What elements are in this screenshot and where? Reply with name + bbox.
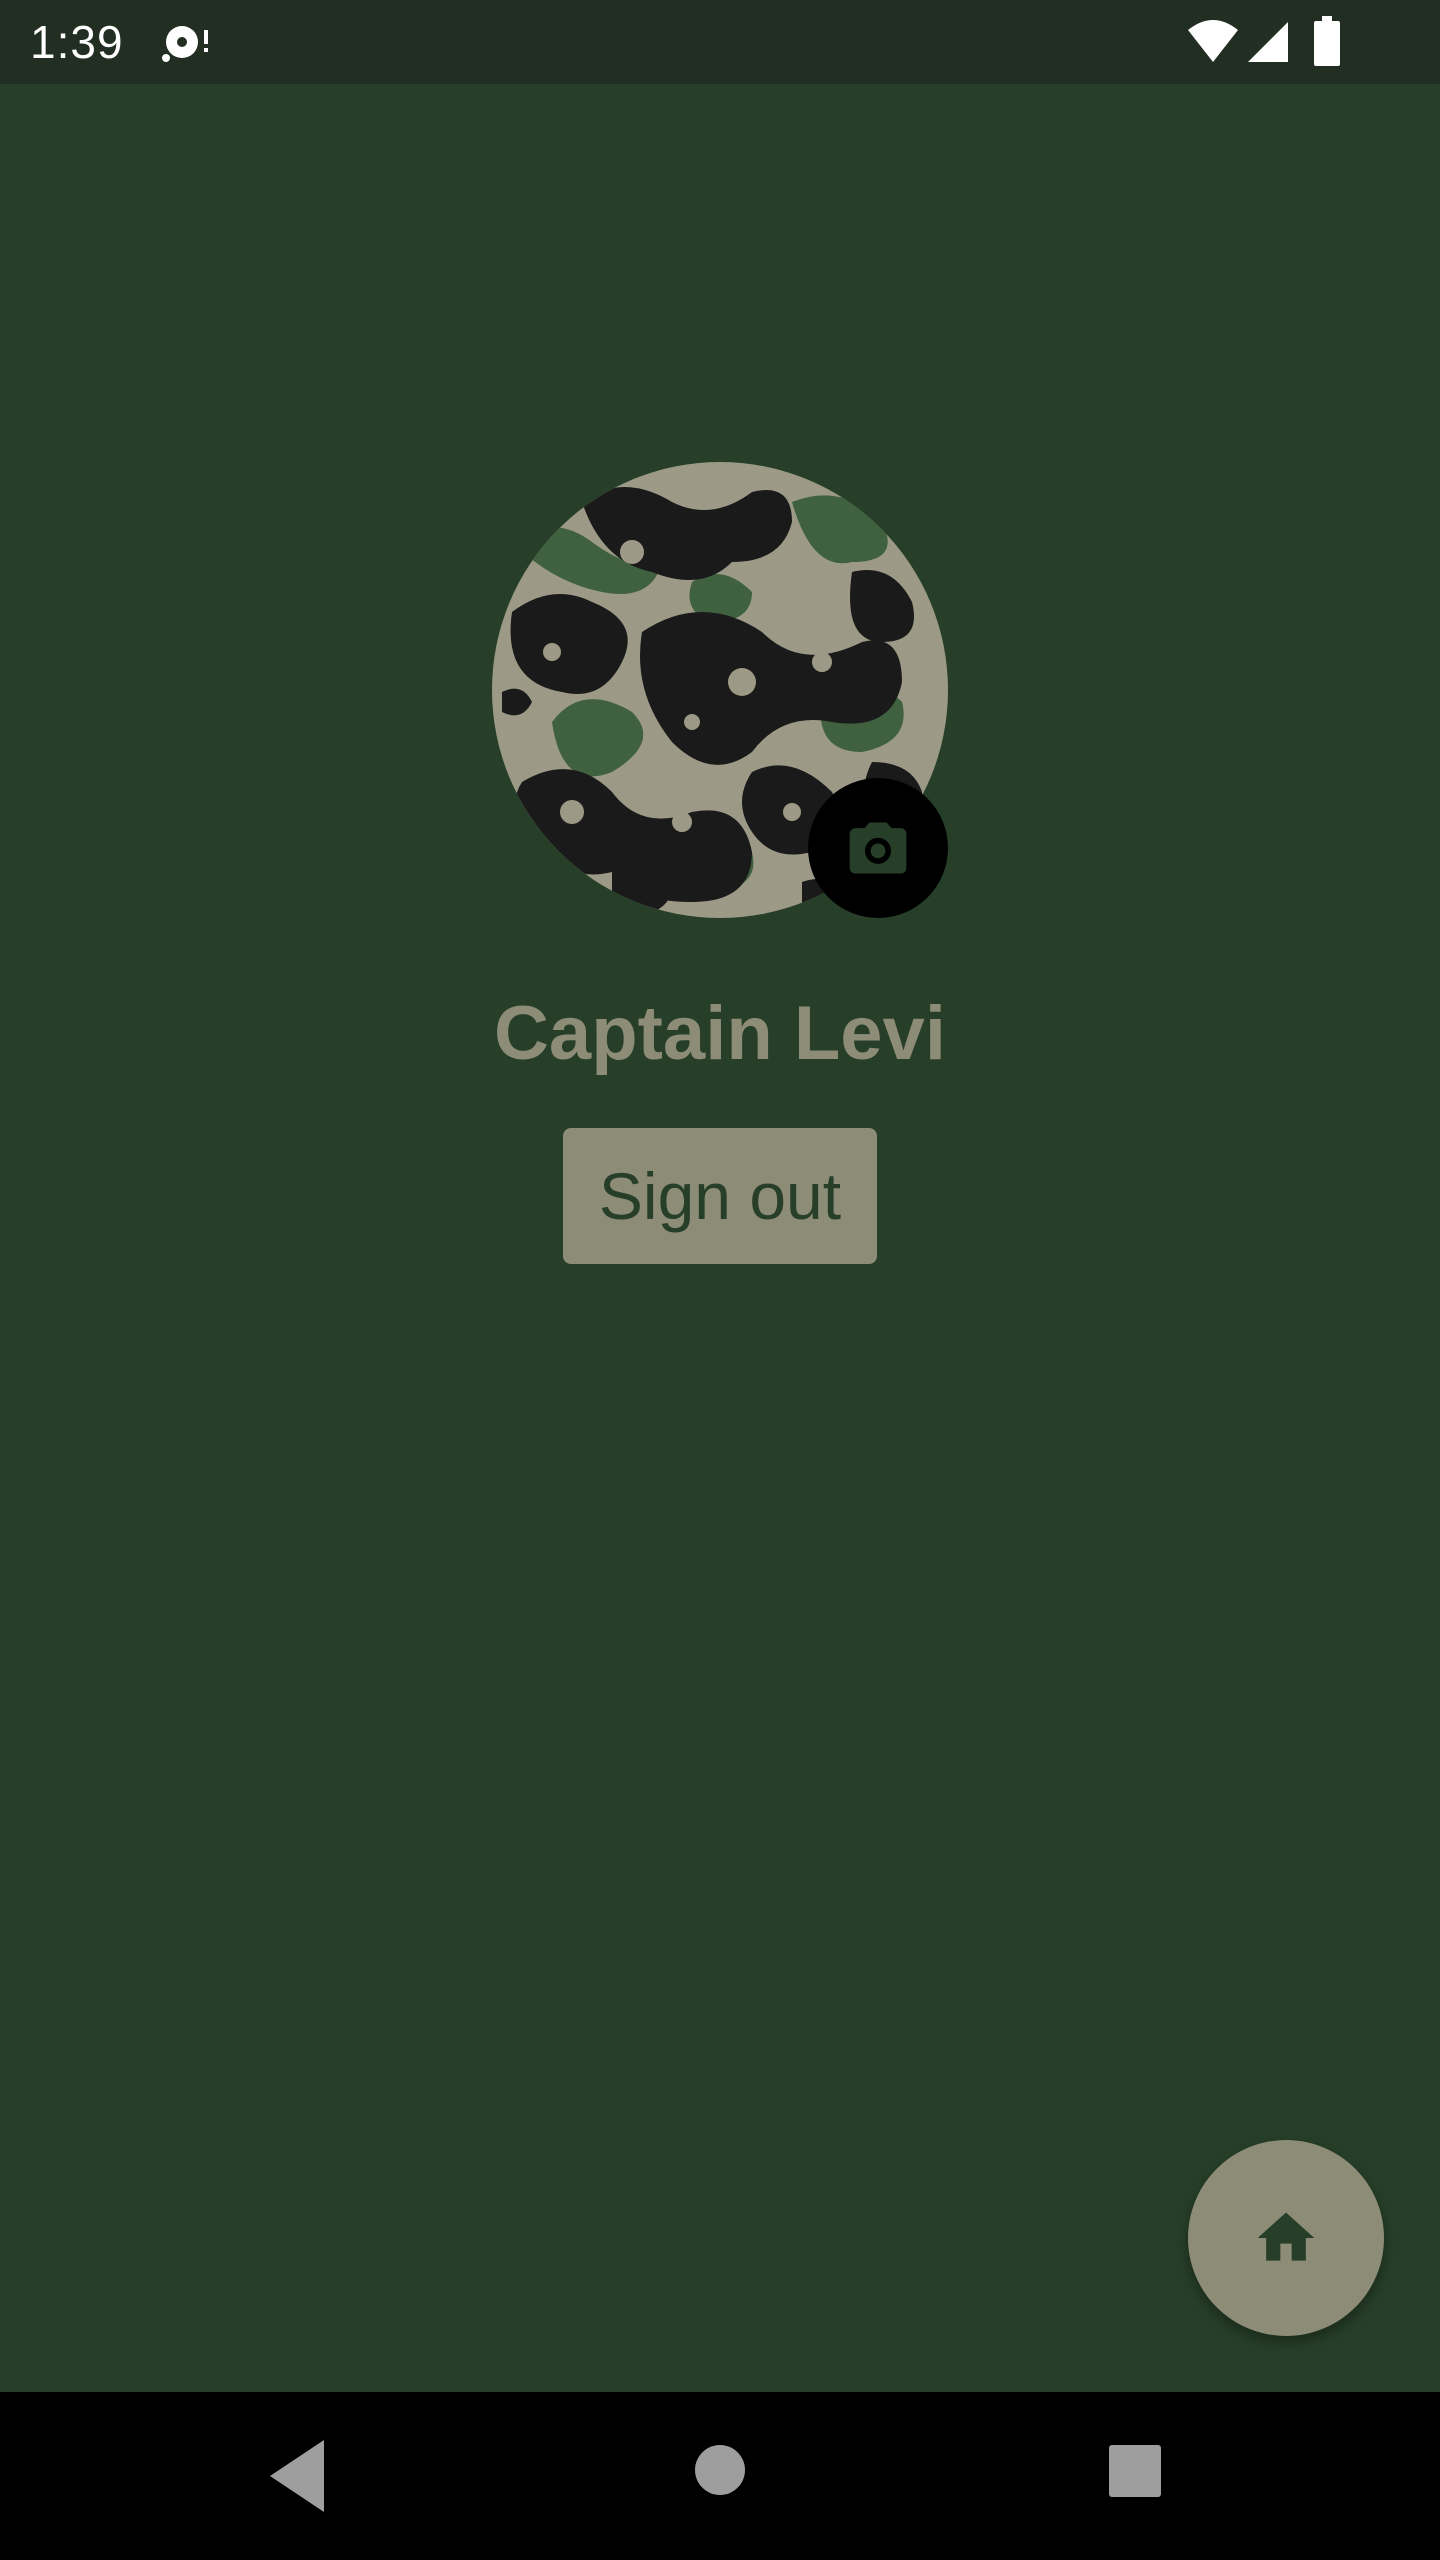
home-icon: [1257, 2212, 1315, 2261]
camera-icon: [849, 822, 907, 874]
profile-name: Captain Levi: [494, 991, 946, 1076]
status-time: 1:39: [30, 16, 124, 68]
home-circle-icon[interactable]: [694, 2444, 746, 2496]
profile-screen: Captain Levi Sign out: [0, 84, 1440, 2392]
recents-icon[interactable]: [1108, 2444, 1162, 2498]
avatar-container: [492, 462, 948, 918]
sign-out-button[interactable]: Sign out: [563, 1128, 877, 1264]
battery-icon: [1314, 16, 1340, 66]
change-photo-button[interactable]: [808, 778, 948, 918]
wifi-icon: [1188, 20, 1238, 62]
navigation-bar: [0, 2392, 1440, 2560]
media-icon: [162, 26, 208, 62]
status-bar: 1:39: [0, 0, 1440, 84]
home-fab-button[interactable]: [1188, 2140, 1384, 2336]
back-icon[interactable]: [270, 2436, 334, 2516]
signal-icon: [1248, 22, 1288, 62]
